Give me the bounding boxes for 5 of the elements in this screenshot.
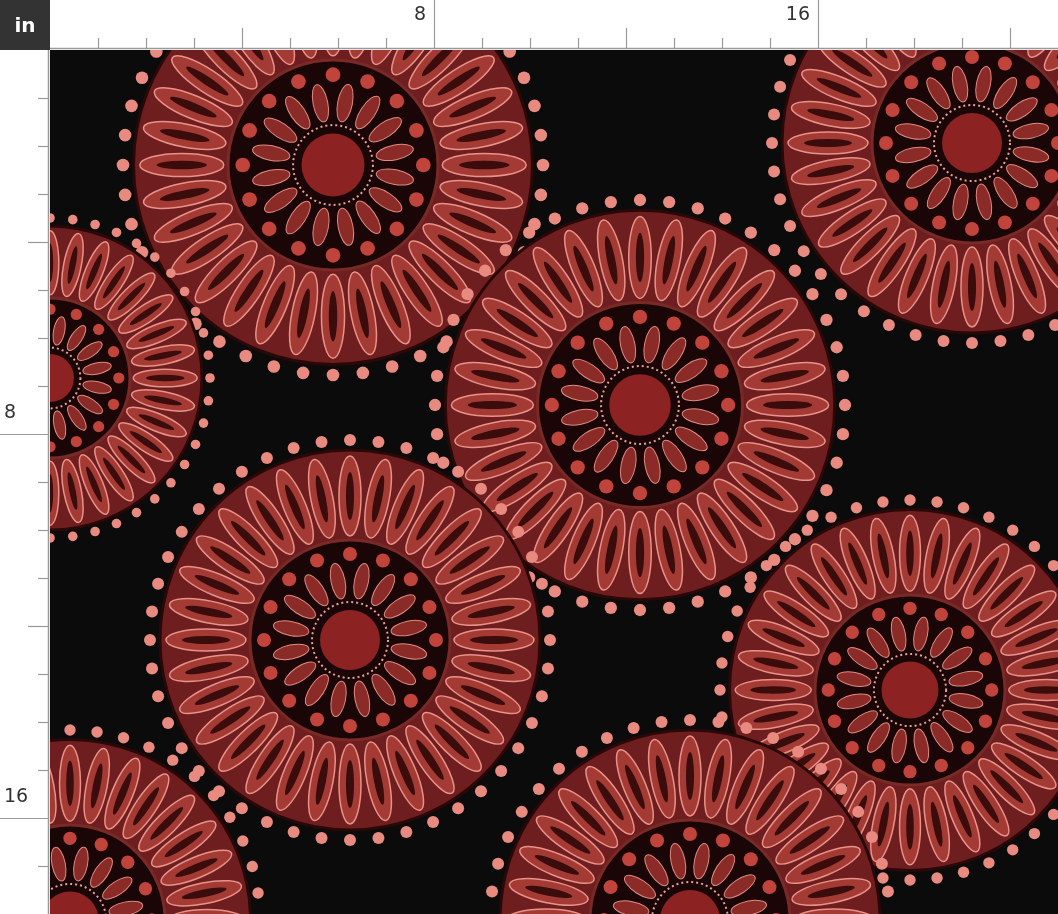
unit-label: in [0,0,50,50]
ruler-label: 8 [413,2,426,24]
ruler-label: 8 [4,400,17,422]
ruler-label: 16 [785,2,810,24]
ruler-label: 16 [4,784,29,806]
